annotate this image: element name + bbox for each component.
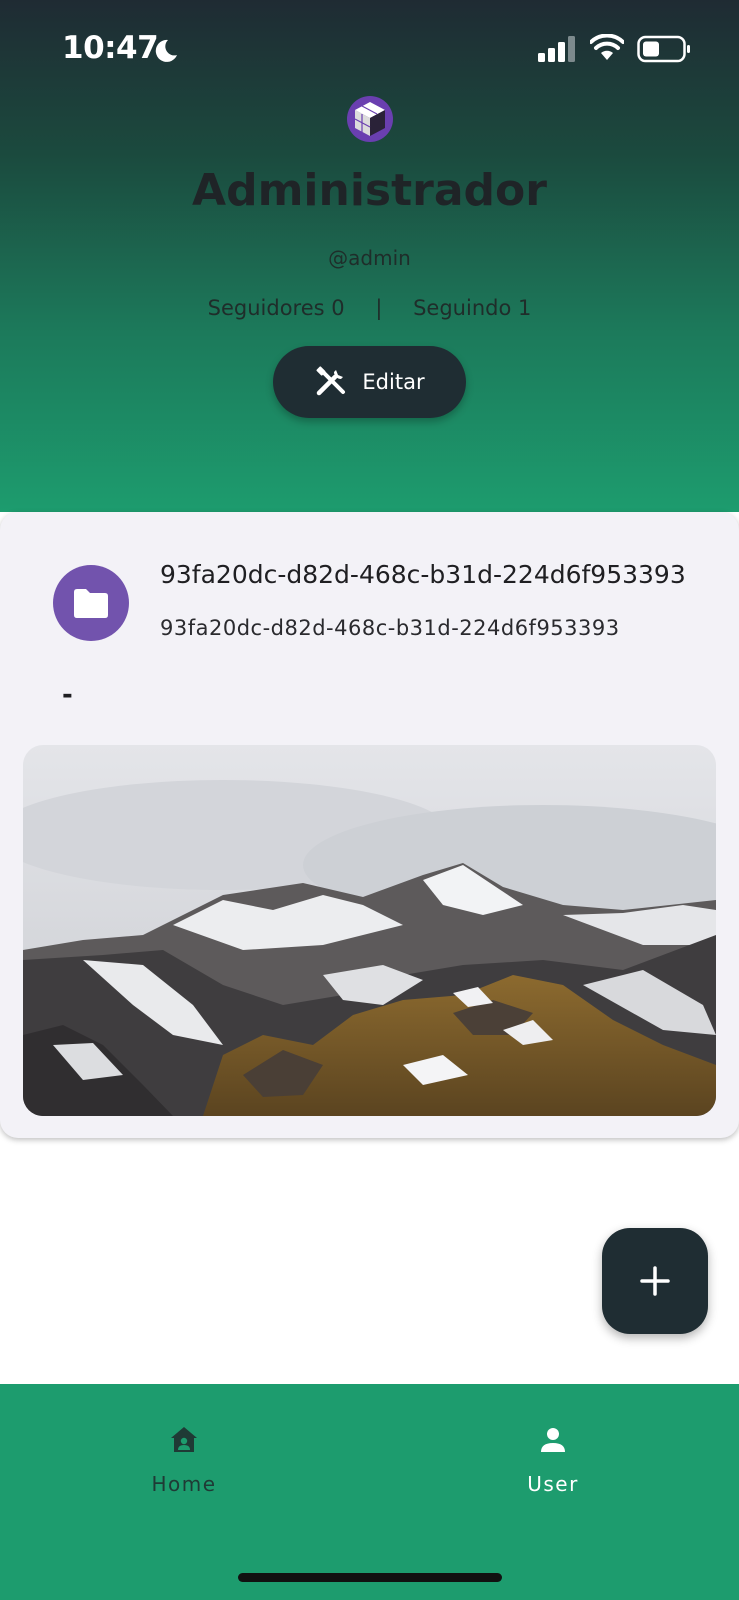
cellular-signal-icon xyxy=(538,36,575,62)
snowy-mountains-image[interactable] xyxy=(23,745,716,1116)
nav-item-user[interactable]: User xyxy=(473,1424,633,1496)
profile-handle: @admin xyxy=(328,246,411,270)
add-post-button[interactable] xyxy=(602,1228,708,1334)
card-avatar xyxy=(53,565,129,641)
cube-logo-icon xyxy=(347,96,393,142)
profile-stats: Seguidores 0 | Seguindo 1 xyxy=(0,296,739,320)
card-description: - xyxy=(62,680,73,710)
nav-label-user: User xyxy=(527,1472,579,1496)
tools-icon xyxy=(316,366,346,396)
card-subtitle: 93fa20dc-d82d-468c-b31d-224d6f953393 xyxy=(160,616,620,640)
edit-profile-button[interactable]: Editar xyxy=(273,346,466,418)
home-indicator[interactable] xyxy=(238,1573,502,1582)
moon-icon xyxy=(155,39,177,62)
profile-name: Administrador xyxy=(192,165,547,216)
post-card[interactable]: 93fa20dc-d82d-468c-b31d-224d6f953393 93f… xyxy=(0,512,739,1138)
followers-count[interactable]: Seguidores 0 xyxy=(208,296,345,320)
bottom-navigation: Home User xyxy=(0,1384,739,1600)
following-count[interactable]: Seguindo 1 xyxy=(413,296,531,320)
battery-icon xyxy=(637,35,690,63)
plus-icon xyxy=(640,1266,670,1296)
folder-icon xyxy=(74,589,108,618)
wifi-icon xyxy=(590,34,624,60)
nav-item-home[interactable]: Home xyxy=(104,1424,264,1496)
home-icon xyxy=(171,1427,197,1452)
status-bar: 10:47 xyxy=(0,0,739,100)
stats-separator: | xyxy=(375,296,383,320)
user-icon xyxy=(541,1428,565,1452)
edit-button-label: Editar xyxy=(362,370,425,394)
profile-header: 10:47 Administrador @admin Seguidores 0 … xyxy=(0,0,739,512)
card-title: 93fa20dc-d82d-468c-b31d-224d6f953393 xyxy=(160,560,686,589)
status-time: 10:47 xyxy=(62,30,159,66)
nav-label-home: Home xyxy=(151,1472,217,1496)
